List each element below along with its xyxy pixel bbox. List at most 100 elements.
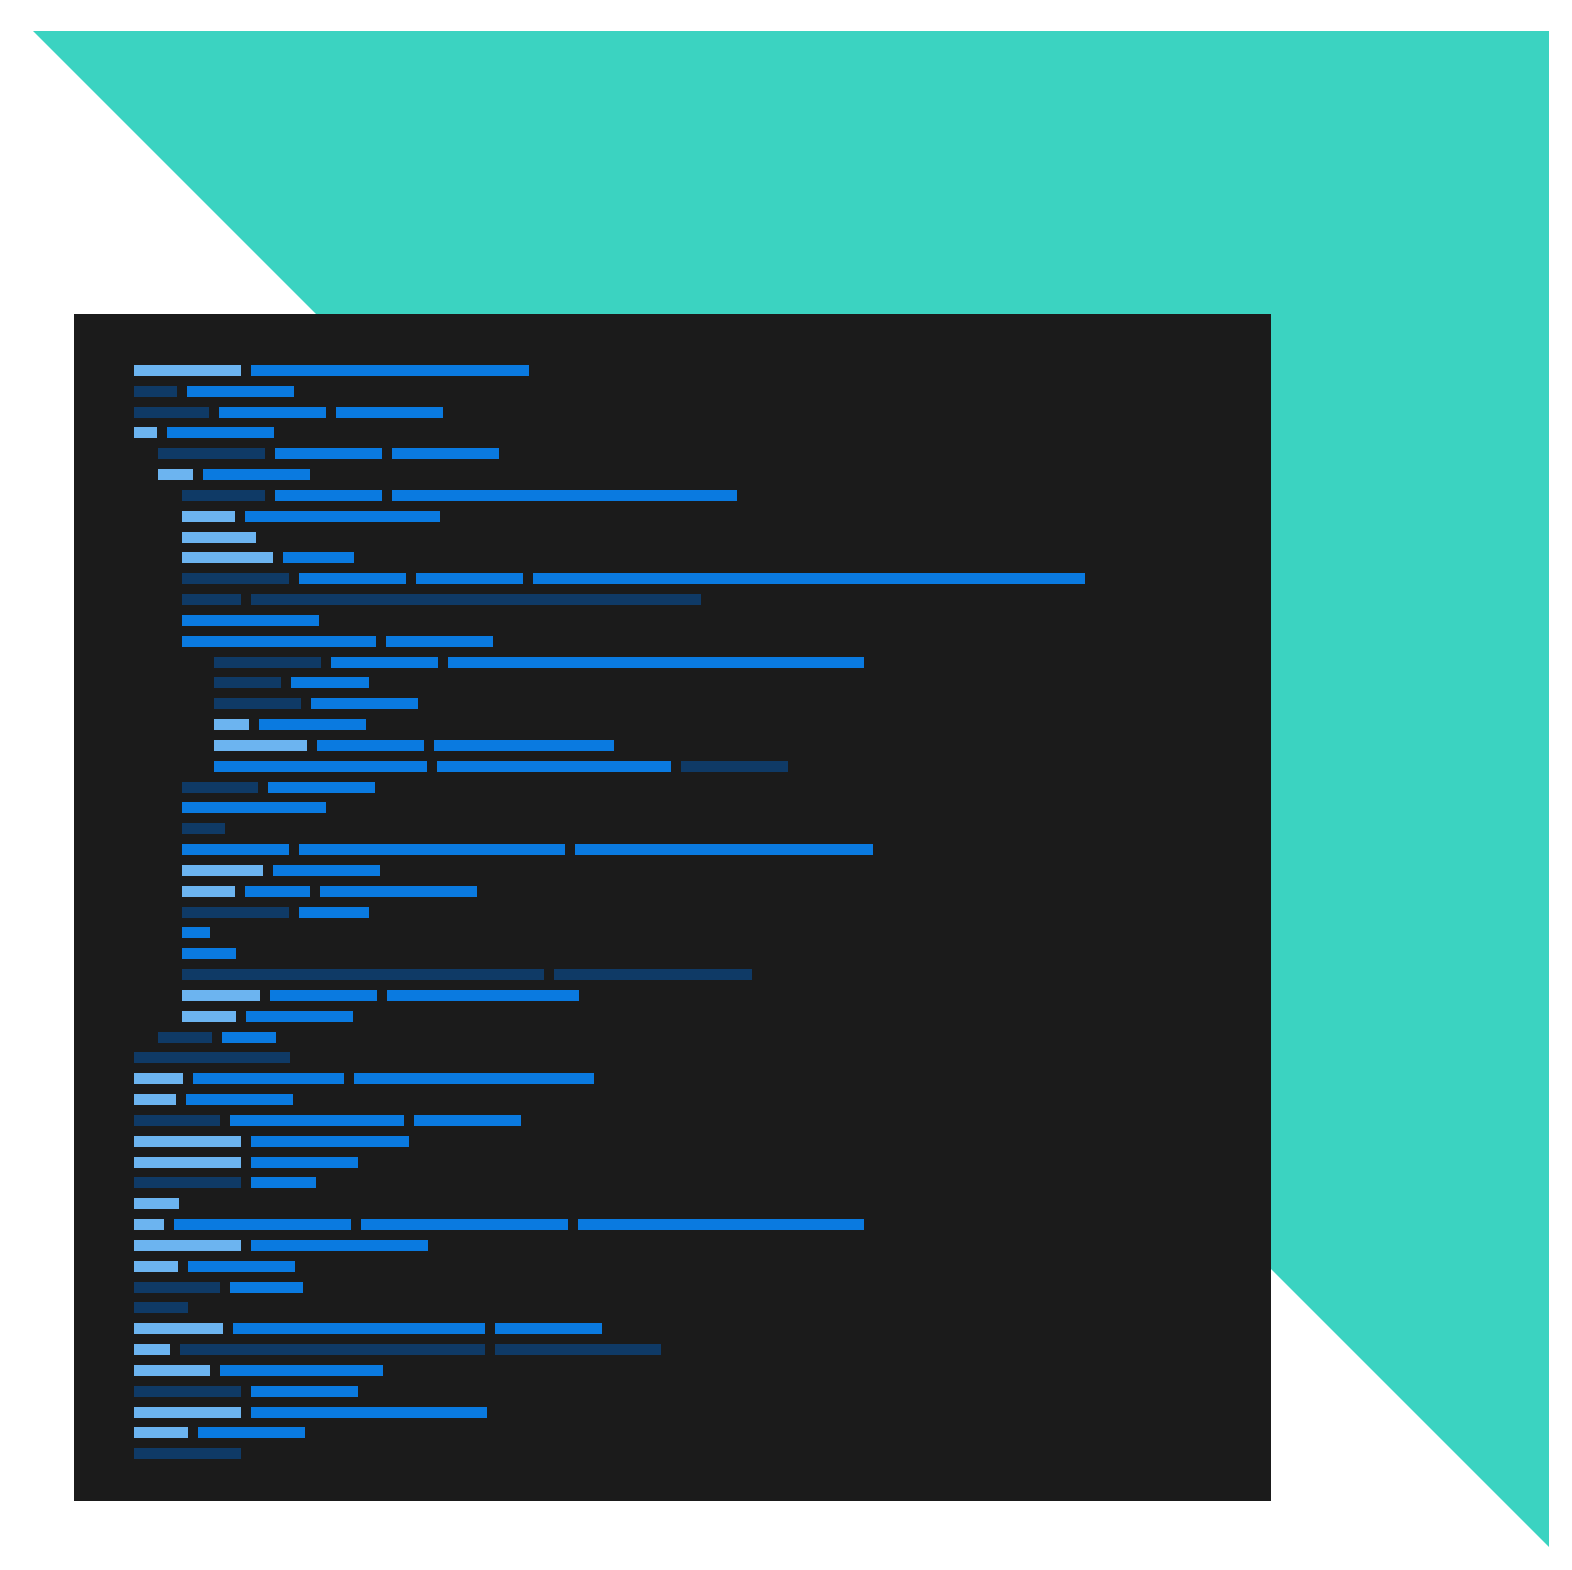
code-token: [230, 1115, 404, 1126]
code-token: [311, 698, 418, 709]
code-token: [251, 1157, 358, 1168]
code-token: [180, 1344, 485, 1355]
code-token: [134, 386, 177, 397]
code-token: [158, 469, 193, 480]
code-line: [214, 719, 376, 730]
code-token: [320, 886, 477, 897]
code-token: [134, 1219, 164, 1230]
code-token: [182, 636, 376, 647]
code-token: [578, 1219, 864, 1230]
code-line: [214, 677, 379, 688]
code-token: [182, 573, 289, 584]
code-line: [182, 927, 220, 938]
code-line: [134, 1240, 438, 1251]
code-token: [361, 1219, 568, 1230]
code-line: [158, 469, 320, 480]
code-line: [134, 1386, 368, 1397]
code-token: [134, 1177, 241, 1188]
code-line: [134, 1219, 874, 1230]
code-token: [214, 761, 427, 772]
code-token: [222, 1032, 276, 1043]
code-token: [134, 1427, 188, 1438]
code-line: [134, 386, 304, 397]
code-token: [233, 1323, 485, 1334]
code-line: [182, 615, 329, 626]
code-token: [251, 1407, 487, 1418]
code-line: [134, 1407, 497, 1418]
code-line: [182, 782, 385, 793]
illustration: [0, 0, 1572, 1570]
code-token: [220, 1365, 383, 1376]
code-line: [182, 823, 235, 834]
code-token: [245, 886, 310, 897]
code-token: [251, 1177, 316, 1188]
code-token: [182, 615, 319, 626]
code-token: [273, 865, 380, 876]
code-token: [387, 990, 579, 1001]
code-token: [392, 448, 499, 459]
code-token: [134, 1448, 241, 1459]
code-token: [134, 1198, 179, 1209]
code-token: [214, 740, 307, 751]
code-line: [182, 886, 487, 897]
code-line: [214, 740, 624, 751]
code-token: [182, 802, 326, 813]
code-line: [134, 1177, 326, 1188]
code-line: [182, 636, 503, 647]
code-token: [134, 427, 157, 438]
code-token: [259, 719, 366, 730]
code-token: [182, 990, 260, 1001]
code-token: [182, 969, 544, 980]
code-token: [182, 511, 235, 522]
code-token: [182, 1011, 236, 1022]
code-line: [134, 1344, 671, 1355]
code-line: [134, 1302, 198, 1313]
code-token: [268, 782, 375, 793]
code-token: [354, 1073, 594, 1084]
code-token: [230, 1282, 303, 1293]
code-token: [414, 1115, 521, 1126]
code-token: [275, 448, 382, 459]
code-token: [134, 1365, 210, 1376]
code-token: [214, 719, 249, 730]
code-token: [182, 823, 225, 834]
code-token: [245, 511, 440, 522]
code-token: [275, 490, 382, 501]
code-token: [251, 1136, 409, 1147]
code-line: [182, 969, 762, 980]
code-token: [299, 907, 369, 918]
code-token: [203, 469, 310, 480]
code-token: [134, 1052, 290, 1063]
code-line: [182, 511, 450, 522]
code-token: [182, 886, 235, 897]
code-line: [134, 1136, 419, 1147]
code-token: [187, 386, 294, 397]
code-token: [198, 1427, 305, 1438]
code-line: [214, 657, 874, 668]
code-line: [182, 1011, 363, 1022]
code-token: [174, 1219, 351, 1230]
code-line: [134, 1365, 393, 1376]
code-token: [134, 1302, 188, 1313]
code-line: [182, 865, 390, 876]
code-line: [134, 1261, 305, 1272]
code-token: [386, 636, 493, 647]
code-token: [134, 1386, 241, 1397]
code-token: [416, 573, 523, 584]
code-token: [134, 1344, 170, 1355]
code-token: [186, 1094, 293, 1105]
code-line: [134, 1052, 300, 1063]
code-token: [533, 573, 1085, 584]
code-token: [134, 1157, 241, 1168]
code-token: [219, 407, 326, 418]
code-line: [134, 1448, 251, 1459]
code-token: [182, 844, 289, 855]
code-line: [182, 594, 711, 605]
code-token: [575, 844, 873, 855]
code-line: [182, 907, 379, 918]
code-token: [182, 594, 241, 605]
code-token: [246, 1011, 353, 1022]
code-token: [182, 927, 210, 938]
code-token: [134, 1282, 220, 1293]
code-token: [158, 1032, 212, 1043]
